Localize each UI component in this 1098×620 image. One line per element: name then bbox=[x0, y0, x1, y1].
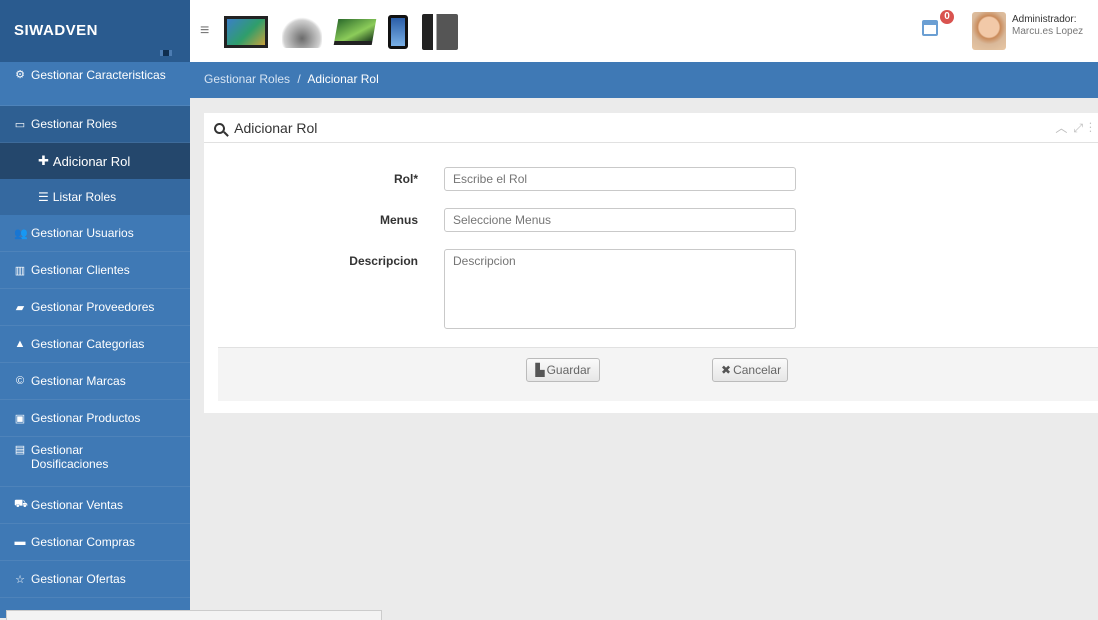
brand-name: SIWADVEN bbox=[14, 22, 99, 39]
top-navbar: SIWADVEN ≡ 0 Administrador: Marcu.es Lop… bbox=[0, 0, 1098, 62]
rol-label: Rol* bbox=[394, 172, 418, 186]
sidebar-item-ventas[interactable]: ⛟ Gestionar Ventas bbox=[0, 487, 190, 524]
sidebar-item-productos[interactable]: ▣ Gestionar Productos bbox=[0, 400, 190, 437]
banner-laptop-image bbox=[333, 19, 377, 45]
expand-icon[interactable]: ⤢ bbox=[1073, 121, 1089, 135]
box-icon: ▣ bbox=[14, 412, 26, 425]
breadcrumb-parent[interactable]: Gestionar Roles bbox=[204, 72, 290, 86]
sidebar-item-label: Gestionar Compras bbox=[31, 535, 136, 549]
sidebar-item-label: Gestionar Productos bbox=[31, 411, 141, 425]
breadcrumb-separator: / bbox=[297, 72, 301, 86]
sidebar-item-label: Gestionar Proveedores bbox=[31, 300, 155, 314]
sidebar-item-label: Gestionar Caracteristicas bbox=[31, 68, 166, 82]
sidebar-item-categorias[interactable]: ▲ Gestionar Categorias bbox=[0, 326, 190, 363]
menus-label: Menus bbox=[379, 213, 418, 227]
save-button[interactable]: ▙ Guardar bbox=[526, 358, 600, 382]
sidebar: ⚙ Gestionar Caracteristicas ▭ Gestionar … bbox=[0, 62, 190, 618]
breadcrumb-current: Adicionar Rol bbox=[307, 72, 379, 86]
close-icon: ✖ bbox=[721, 363, 732, 377]
panel-header: Adicionar Rol ︿⤢⋮ bbox=[204, 113, 1098, 143]
sidebar-item-label: Gestionar Roles bbox=[31, 117, 118, 131]
sidebar-item-caracteristicas[interactable]: ⚙ Gestionar Caracteristicas bbox=[0, 62, 190, 106]
sidebar-item-label: Gestionar Clientes bbox=[31, 263, 130, 277]
panel-tools: ︿⤢⋮ bbox=[1055, 119, 1098, 136]
more-icon[interactable]: ⋮ bbox=[1089, 121, 1098, 135]
user-info[interactable]: Administrador: Marcu.es Lopez bbox=[1012, 14, 1098, 38]
list-icon: ▤ bbox=[14, 444, 26, 456]
sidebar-item-marcas[interactable]: © Gestionar Marcas bbox=[0, 363, 190, 400]
sidebar-item-clientes[interactable]: ▥ Gestionar Clientes bbox=[0, 252, 190, 289]
window-icon: ▭ bbox=[14, 118, 26, 131]
banner-mouse-image bbox=[282, 16, 322, 48]
sidebar-item-label: Gestionar Marcas bbox=[31, 374, 126, 388]
plus-icon: ✚ bbox=[38, 153, 49, 168]
menus-select[interactable] bbox=[444, 208, 796, 232]
copyright-icon: © bbox=[15, 375, 25, 387]
sidebar-item-usuarios[interactable]: 👥 Gestionar Usuarios bbox=[0, 215, 190, 252]
sidebar-item-dosificaciones[interactable]: ▤ Gestionar Dosificaciones bbox=[0, 437, 190, 487]
sitemap-icon: ▲ bbox=[14, 338, 26, 350]
avatar[interactable] bbox=[972, 12, 1006, 50]
sidebar-item-roles[interactable]: ▭ Gestionar Roles bbox=[0, 106, 190, 143]
form-panel: Adicionar Rol ︿⤢⋮ Rol* Menus Descripcion… bbox=[204, 113, 1098, 413]
cart-icon: ⛟ bbox=[14, 498, 28, 510]
sidebar-item-label: Gestionar Ventas bbox=[31, 498, 124, 512]
sidebar-subitem-label: Listar Roles bbox=[52, 190, 117, 204]
banner-accessories-image bbox=[422, 14, 458, 50]
cancel-button[interactable]: ✖ Cancelar bbox=[712, 358, 788, 382]
cancel-button-label: Cancelar bbox=[733, 363, 782, 377]
user-name: Marcu.es Lopez bbox=[1012, 26, 1084, 37]
descripcion-textarea[interactable] bbox=[444, 249, 796, 329]
product-banner bbox=[218, 8, 488, 56]
banner-tablet-image bbox=[224, 16, 268, 48]
calendar-icon[interactable] bbox=[922, 20, 938, 36]
sidebar-subitem-label: Adicionar Rol bbox=[52, 153, 131, 169]
browser-status-bar bbox=[6, 610, 382, 620]
floppy-icon: ▙ bbox=[535, 363, 545, 377]
panel-title: Adicionar Rol bbox=[234, 120, 318, 136]
brand-logo[interactable]: SIWADVEN bbox=[0, 0, 190, 62]
search-icon bbox=[214, 123, 225, 134]
breadcrumb: Gestionar Roles / Adicionar Rol bbox=[190, 62, 1098, 98]
sidebar-item-compras[interactable]: ▬ Gestionar Compras bbox=[0, 524, 190, 561]
sidebar-subitem-adicionar-rol[interactable]: ✚ Adicionar Rol bbox=[0, 143, 190, 179]
sidebar-subitem-listar-roles[interactable]: ☰ Listar Roles bbox=[0, 179, 190, 215]
sidebar-item-label: Gestionar Dosificaciones bbox=[31, 443, 109, 471]
brand-decoration bbox=[160, 50, 172, 56]
form-actions: ▙ Guardar ✖ Cancelar bbox=[218, 347, 1098, 401]
banner-phone-image bbox=[388, 15, 408, 49]
menu-toggle-icon[interactable]: ≡ bbox=[200, 22, 209, 40]
cogs-icon: ⚙ bbox=[15, 69, 25, 81]
sidebar-item-proveedores[interactable]: ▰ Gestionar Proveedores bbox=[0, 289, 190, 326]
sidebar-item-ofertas[interactable]: ☆ Gestionar Ofertas bbox=[0, 561, 190, 598]
list-icon: ☰ bbox=[38, 190, 49, 204]
building-icon: ▥ bbox=[14, 264, 26, 277]
collapse-icon[interactable]: ︿ bbox=[1055, 121, 1073, 135]
users-icon: 👥 bbox=[14, 227, 28, 240]
save-button-label: Guardar bbox=[546, 363, 591, 377]
credit-card-icon: ▬ bbox=[14, 536, 26, 548]
notification-badge[interactable]: 0 bbox=[940, 10, 954, 24]
star-icon: ☆ bbox=[15, 573, 25, 586]
rol-input[interactable] bbox=[444, 167, 796, 191]
user-role: Administrador: bbox=[1012, 14, 1077, 25]
descripcion-label: Descripcion bbox=[349, 254, 418, 268]
sidebar-item-label: Gestionar Categorias bbox=[31, 337, 145, 351]
sidebar-item-label: Gestionar Ofertas bbox=[31, 572, 126, 586]
sidebar-item-label: Gestionar Usuarios bbox=[31, 226, 134, 240]
truck-icon: ▰ bbox=[15, 301, 25, 314]
